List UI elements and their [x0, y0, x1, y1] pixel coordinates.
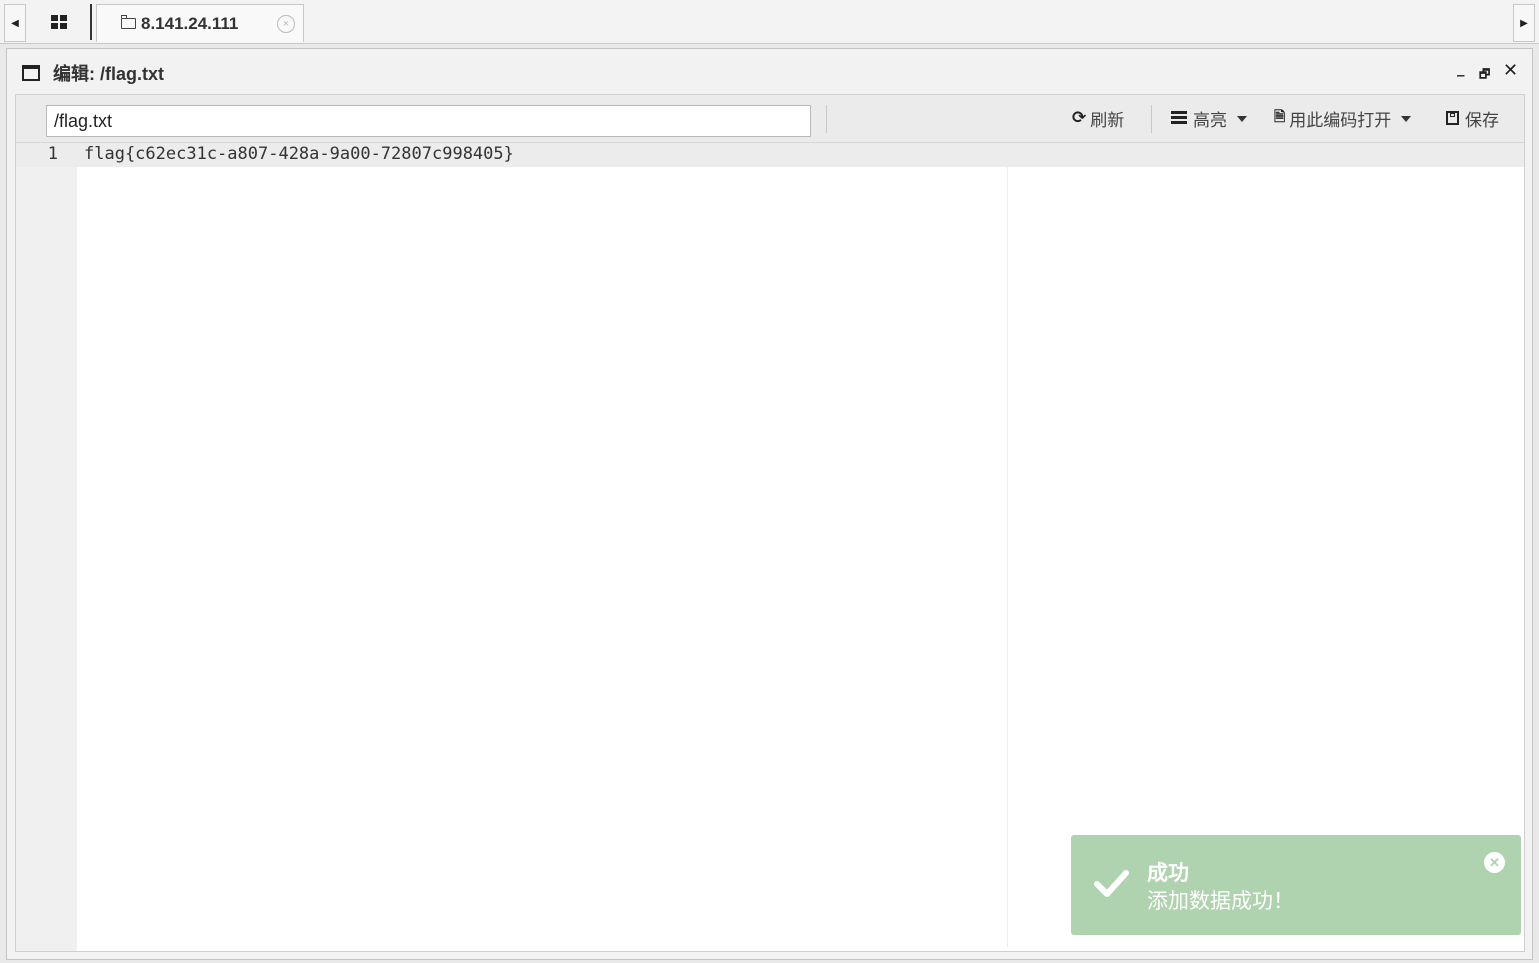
save-icon: [1446, 111, 1459, 125]
checkmark-icon: [1094, 870, 1129, 897]
editor-window: 编辑: /flag.txt _ 🗗 ✕ ⟳ 刷新 高亮 🗎 用此编码打开: [6, 48, 1533, 960]
editor-toolbar: ⟳ 刷新 高亮 🗎 用此编码打开 保存: [16, 95, 1524, 143]
code-line[interactable]: flag{c62ec31c-a807-428a-9a00-72807c99840…: [84, 144, 514, 164]
encoding-dropdown[interactable]: 🗎 用此编码打开: [1274, 104, 1412, 132]
line-gutter: [16, 143, 77, 951]
tab-host[interactable]: 8.141.24.111 ×: [96, 4, 304, 42]
editor-panel: ⟳ 刷新 高亮 🗎 用此编码打开 保存 1 flag{: [15, 94, 1525, 952]
folder-icon: [121, 15, 136, 29]
toast-message: 添加数据成功！: [1147, 890, 1294, 913]
minimize-icon[interactable]: _: [1457, 59, 1465, 77]
translate-icon: 🗎: [1274, 109, 1286, 125]
refresh-icon: ⟳: [1072, 108, 1087, 128]
toast-close-icon[interactable]: ✕: [1484, 852, 1505, 873]
line-number: 1: [47, 144, 58, 164]
highlight-dropdown[interactable]: 高亮: [1171, 104, 1247, 132]
refresh-button[interactable]: ⟳ 刷新: [1072, 104, 1124, 132]
toast-title: 成功: [1147, 862, 1189, 885]
tab-scroll-left-button[interactable]: ◀: [4, 4, 26, 42]
tab-close-icon[interactable]: ×: [277, 15, 295, 33]
window-titlebar: 编辑: /flag.txt _ 🗗 ✕: [7, 49, 1532, 93]
save-label: 保存: [1465, 110, 1499, 131]
toolbar-divider: [826, 105, 827, 133]
grid-icon: [51, 15, 67, 29]
restore-icon[interactable]: 🗗: [1479, 65, 1490, 86]
tab-home[interactable]: [28, 4, 92, 40]
save-button[interactable]: 保存: [1446, 104, 1499, 132]
print-margin: [1007, 167, 1008, 947]
chevron-down-icon: [1237, 116, 1247, 122]
path-input[interactable]: [46, 105, 811, 137]
encoding-label: 用此编码打开: [1289, 110, 1392, 131]
tab-bar: ◀ 8.141.24.111 × ▶: [0, 0, 1539, 44]
window-icon: [22, 65, 40, 81]
tab-host-label: 8.141.24.111: [141, 13, 239, 33]
highlight-label: 高亮: [1193, 110, 1227, 131]
tab-scroll-right-button[interactable]: ▶: [1513, 4, 1535, 42]
code-editor[interactable]: 1 flag{c62ec31c-a807-428a-9a00-72807c998…: [16, 143, 1524, 951]
window-title: 编辑: /flag.txt: [53, 64, 164, 84]
list-icon: [1171, 111, 1187, 125]
chevron-down-icon: [1401, 116, 1412, 122]
close-icon[interactable]: ✕: [1503, 60, 1518, 81]
toolbar-divider: [1151, 105, 1152, 133]
success-toast: 成功 添加数据成功！ ✕: [1071, 835, 1521, 935]
refresh-label: 刷新: [1090, 110, 1125, 131]
